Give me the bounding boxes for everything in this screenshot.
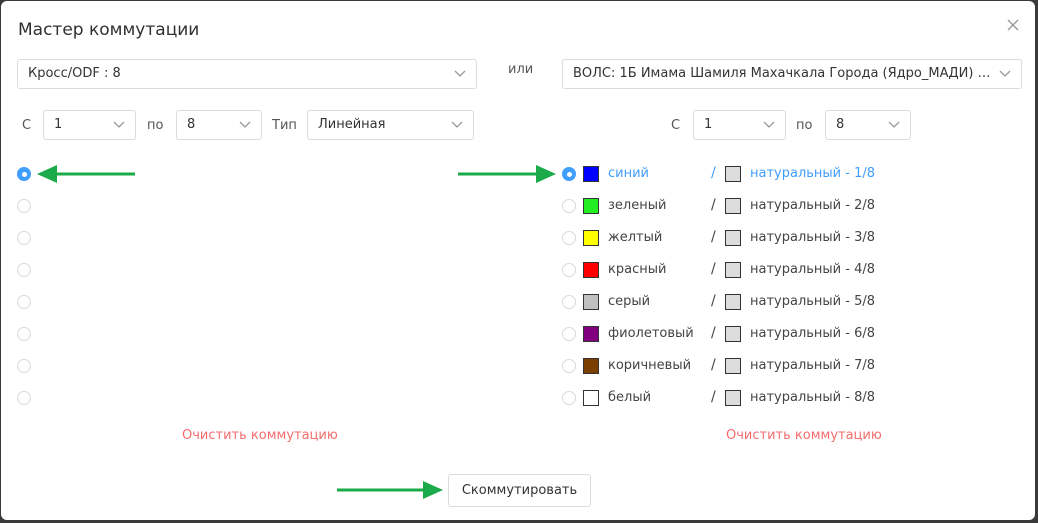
chevron-down-icon <box>888 121 900 128</box>
left-port-radio[interactable] <box>17 167 31 181</box>
fiber-module-label: натуральный - 1/8 <box>750 166 876 181</box>
fiber-color-swatch <box>583 262 599 278</box>
left-clear-link[interactable]: Очистить коммутацию <box>182 428 338 443</box>
module-color-swatch <box>725 230 741 246</box>
type-select[interactable]: Линейная <box>307 110 474 140</box>
fiber-color-name: фиолетовый <box>608 326 694 341</box>
fiber-color-name: белый <box>608 390 652 405</box>
fiber-radio[interactable] <box>562 327 576 341</box>
fiber-color-swatch <box>583 294 599 310</box>
left-port-radio[interactable] <box>17 359 31 373</box>
fiber-module-label: натуральный - 7/8 <box>750 358 876 373</box>
right-from-label: С <box>671 118 681 133</box>
fiber-color-name: синий <box>608 166 649 181</box>
fiber-color-name: серый <box>608 294 651 309</box>
chevron-down-icon <box>451 121 463 128</box>
fiber-separator: / <box>711 197 716 213</box>
fiber-separator: / <box>711 357 716 373</box>
fiber-radio[interactable] <box>562 359 576 373</box>
left-port-radio[interactable] <box>17 295 31 309</box>
commit-button[interactable]: Скоммутировать <box>448 474 591 507</box>
or-label: или <box>508 62 534 77</box>
dialog-title: Мастер коммутации <box>18 20 200 40</box>
fiber-color-name: красный <box>608 262 667 277</box>
fiber-radio[interactable] <box>562 263 576 277</box>
module-color-swatch <box>725 262 741 278</box>
cable-select-value: ВОЛС: 1Б Имама Шамиля Махачкала Города (… <box>573 66 1001 81</box>
fiber-color-swatch <box>583 198 599 214</box>
fiber-separator: / <box>711 165 716 181</box>
fiber-color-swatch <box>583 326 599 342</box>
chevron-down-icon <box>113 121 125 128</box>
right-to-select[interactable]: 8 <box>825 110 911 140</box>
module-color-swatch <box>725 294 741 310</box>
fiber-module-label: натуральный - 6/8 <box>750 326 876 341</box>
left-to-select[interactable]: 8 <box>176 110 262 140</box>
chevron-down-icon <box>239 121 251 128</box>
annotation-arrow-button-icon <box>337 481 443 499</box>
right-to-label: по <box>796 118 813 133</box>
annotation-arrow-left-icon <box>37 165 135 183</box>
left-to-label: по <box>147 118 164 133</box>
chevron-down-icon <box>763 121 775 128</box>
module-color-swatch <box>725 198 741 214</box>
fiber-color-name: желтый <box>608 230 663 245</box>
fiber-module-label: натуральный - 5/8 <box>750 294 876 309</box>
fiber-separator: / <box>711 293 716 309</box>
module-color-swatch <box>725 390 741 406</box>
fiber-radio[interactable] <box>562 295 576 309</box>
fiber-separator: / <box>711 261 716 277</box>
right-from-select[interactable]: 1 <box>693 110 786 140</box>
left-from-select[interactable]: 1 <box>43 110 136 140</box>
chevron-down-icon <box>999 70 1011 77</box>
switching-wizard-dialog: Мастер коммутации Кросс/ODF : 8 или ВОЛС… <box>1 1 1035 520</box>
module-color-swatch <box>725 326 741 342</box>
device-select-value: Кросс/ODF : 8 <box>28 66 121 81</box>
fiber-radio[interactable] <box>562 231 576 245</box>
fiber-radio[interactable] <box>562 391 576 405</box>
fiber-color-swatch <box>583 166 599 182</box>
cable-select[interactable]: ВОЛС: 1Б Имама Шамиля Махачкала Города (… <box>562 59 1022 89</box>
left-port-radio[interactable] <box>17 327 31 341</box>
type-label: Тип <box>272 118 297 133</box>
left-port-radio[interactable] <box>17 263 31 277</box>
type-value: Линейная <box>318 117 386 132</box>
fiber-radio[interactable] <box>562 167 576 181</box>
fiber-radio[interactable] <box>562 199 576 213</box>
fiber-separator: / <box>711 325 716 341</box>
fiber-module-label: натуральный - 3/8 <box>750 230 876 245</box>
right-clear-link[interactable]: Очистить коммутацию <box>726 428 882 443</box>
fiber-module-label: натуральный - 8/8 <box>750 390 876 405</box>
left-port-radio[interactable] <box>17 199 31 213</box>
fiber-module-label: натуральный - 2/8 <box>750 198 876 213</box>
device-select[interactable]: Кросс/ODF : 8 <box>17 59 477 89</box>
left-port-radio[interactable] <box>17 391 31 405</box>
fiber-color-name: зеленый <box>608 198 667 213</box>
fiber-separator: / <box>711 389 716 405</box>
fiber-color-swatch <box>583 358 599 374</box>
fiber-separator: / <box>711 229 716 245</box>
module-color-swatch <box>725 358 741 374</box>
fiber-color-name: коричневый <box>608 358 692 373</box>
close-icon[interactable] <box>1001 13 1025 37</box>
module-color-swatch <box>725 166 741 182</box>
fiber-module-label: натуральный - 4/8 <box>750 262 876 277</box>
fiber-color-swatch <box>583 230 599 246</box>
annotation-arrow-right-icon <box>458 165 556 183</box>
fiber-color-swatch <box>583 390 599 406</box>
left-port-radio[interactable] <box>17 231 31 245</box>
chevron-down-icon <box>454 70 466 77</box>
left-from-label: С <box>22 118 32 133</box>
